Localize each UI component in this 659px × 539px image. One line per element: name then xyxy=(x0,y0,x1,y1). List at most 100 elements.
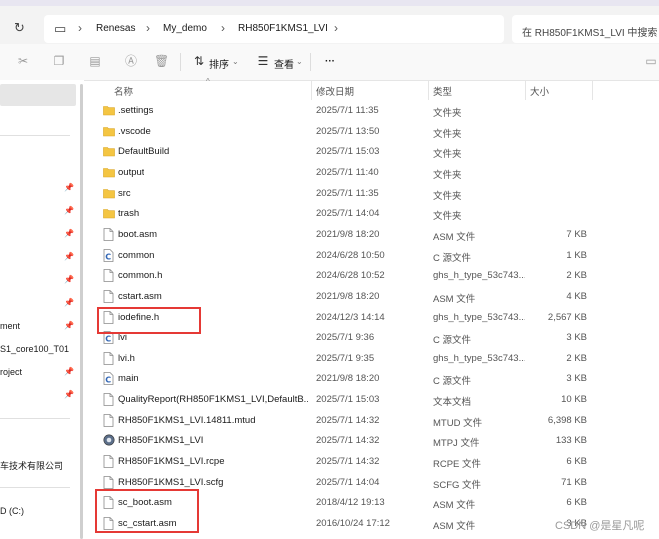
search-field[interactable]: 在 RH850F1KMS1_LVI 中搜索 xyxy=(512,15,659,43)
breadcrumb-my-demo[interactable]: My_demo xyxy=(163,23,207,34)
column-separator[interactable] xyxy=(525,80,526,100)
file-date: 2025/7/1 9:36 xyxy=(316,332,375,344)
file-row[interactable]: DefaultBuild 2025/7/1 15:03 文件夹 xyxy=(90,142,659,162)
file-row[interactable]: cstart.asm 2021/9/8 18:20 ASM 文件 4 KB xyxy=(90,287,659,307)
file-row[interactable]: boot.asm 2021/9/8 18:20 ASM 文件 7 KB xyxy=(90,225,659,245)
file-date: 2025/7/1 11:35 xyxy=(316,105,379,116)
file-icon xyxy=(103,413,115,427)
file-size: 4 KB xyxy=(566,290,587,302)
sidebar-selected-item[interactable] xyxy=(0,84,76,106)
column-header-date[interactable]: 修改日期 xyxy=(316,84,354,98)
file-size: 6 KB xyxy=(566,456,587,468)
pin-icon[interactable]: 📌 xyxy=(64,390,74,399)
sort-icon[interactable]: ⇅ xyxy=(192,54,206,68)
chevron-right-icon: › xyxy=(146,21,150,35)
file-date: 2025/7/1 13:50 xyxy=(316,125,380,137)
chevron-down-icon: ⌄ xyxy=(296,57,303,66)
svg-text:C: C xyxy=(105,376,111,385)
sidebar-item-ment[interactable]: ment xyxy=(0,321,20,331)
file-type: ASM 文件 xyxy=(433,293,476,305)
column-header-type[interactable]: 类型 xyxy=(433,84,452,98)
file-name: RH850F1KMS1_LVI xyxy=(118,435,204,447)
breadcrumb-current-folder[interactable]: RH850F1KMS1_LVI xyxy=(238,23,328,34)
file-row[interactable]: RH850F1KMS1_LVI.rcpe 2025/7/1 14:32 RCPE 文… xyxy=(90,452,659,472)
more-options-button[interactable]: ··· xyxy=(325,56,335,67)
view-button[interactable]: 查看 xyxy=(274,56,294,71)
file-row[interactable]: src 2025/7/1 11:35 文件夹 xyxy=(90,184,659,204)
column-separator[interactable] xyxy=(311,80,312,100)
file-type: ASM 文件 xyxy=(433,500,476,512)
file-date: 2025/7/1 14:32 xyxy=(316,435,380,447)
file-name: trash xyxy=(118,208,140,220)
file-date: 2025/7/1 15:03 xyxy=(316,394,380,406)
file-size: 7 KB xyxy=(566,228,587,240)
chevron-right-icon[interactable]: › xyxy=(334,21,338,35)
sidebar-item-company[interactable]: 车技术有限公司 xyxy=(0,459,63,472)
file-date: 2025/7/1 9:35 xyxy=(316,352,375,364)
column-header-size[interactable]: 大小 xyxy=(530,84,549,98)
highlight-box-iodefine xyxy=(97,307,201,334)
file-row[interactable]: Ccommon 2024/6/28 10:50 C 源文件 1 KB xyxy=(90,246,659,266)
pin-icon[interactable]: 📌 xyxy=(64,275,74,284)
file-size: 3 KB xyxy=(566,373,587,385)
pin-icon[interactable]: 📌 xyxy=(64,252,74,261)
sidebar-divider xyxy=(0,418,70,419)
file-size: 6,398 KB xyxy=(547,414,587,426)
address-field[interactable]: ▭ › Renesas › My_demo › RH850F1KMS1_LVI … xyxy=(44,15,504,43)
file-name: .vscode xyxy=(118,125,151,137)
paste-icon[interactable]: ▤ xyxy=(88,54,102,68)
file-name: RH850F1KMS1_LVI.14811.mtud xyxy=(118,414,256,426)
file-type: ASM 文件 xyxy=(433,521,476,532)
pin-icon[interactable]: 📌 xyxy=(64,367,74,376)
file-row[interactable]: QualityReport(RH850F1KMS1_LVI,DefaultB..… xyxy=(90,390,659,410)
sidebar-scrollbar[interactable] xyxy=(80,84,83,539)
delete-icon[interactable]: 🗑 xyxy=(154,54,169,68)
file-size: 6 KB xyxy=(566,497,587,509)
file-icon xyxy=(103,269,115,283)
sidebar-item-drive-c[interactable]: D (C:) xyxy=(0,506,24,516)
file-name: .settings xyxy=(118,105,154,116)
file-name: common xyxy=(118,249,155,261)
file-row[interactable]: output 2025/7/1 11:40 文件夹 xyxy=(90,163,659,183)
file-row[interactable]: .settings 2025/7/1 11:35 文件夹 xyxy=(90,101,659,121)
file-type: MTUD 文件 xyxy=(433,417,483,429)
sidebar-item-project[interactable]: roject xyxy=(0,367,22,377)
file-type: 文件夹 xyxy=(433,128,462,140)
file-row[interactable]: lvi.h 2025/7/1 9:35 ghs_h_type_53c743... 2 … xyxy=(90,349,659,369)
column-separator[interactable] xyxy=(428,80,429,100)
refresh-icon[interactable]: ↻ xyxy=(14,20,25,36)
file-type: 文件夹 xyxy=(433,108,462,119)
file-row[interactable]: RH850F1KMS1_LVI 2025/7/1 14:32 MTPJ 文件 133 … xyxy=(90,431,659,451)
file-row[interactable]: common.h 2024/6/28 10:52 ghs_h_type_53c743… xyxy=(90,266,659,286)
file-icon xyxy=(103,351,115,365)
file-date: 2025/7/1 11:40 xyxy=(316,166,379,178)
pin-icon[interactable]: 📌 xyxy=(64,206,74,215)
pin-icon[interactable]: 📌 xyxy=(64,298,74,307)
pin-icon[interactable]: 📌 xyxy=(64,183,74,192)
file-date: 2025/7/1 11:35 xyxy=(316,187,379,199)
cut-icon[interactable]: ✂ xyxy=(16,54,30,68)
c-file-icon: C xyxy=(103,248,115,262)
sort-button[interactable]: 排序 xyxy=(209,56,229,71)
breadcrumb-renesas[interactable]: Renesas xyxy=(96,23,135,34)
pin-icon[interactable]: 📌 xyxy=(64,229,74,238)
rename-icon[interactable]: Ⓐ xyxy=(124,54,138,68)
file-type: C 源文件 xyxy=(433,376,472,388)
file-row[interactable]: trash 2025/7/1 14:04 文件夹 xyxy=(90,204,659,224)
view-icon[interactable]: ☰ xyxy=(256,54,270,68)
file-name: main xyxy=(118,373,139,385)
file-row[interactable]: Cmain 2021/9/8 18:20 C 源文件 3 KB xyxy=(90,369,659,389)
pin-icon[interactable]: 📌 xyxy=(64,321,74,330)
copy-icon[interactable]: ❐ xyxy=(52,54,66,68)
file-date: 2024/12/3 14:14 xyxy=(316,311,385,323)
file-size: 2 KB xyxy=(566,270,587,282)
file-size: 10 KB xyxy=(561,394,587,406)
sidebar-item-core100[interactable]: S1_core100_T01 xyxy=(0,344,69,354)
column-separator[interactable] xyxy=(592,80,593,100)
file-row[interactable]: RH850F1KMS1_LVI.14811.mtud 2025/7/1 14:32… xyxy=(90,411,659,431)
details-pane-icon[interactable]: ▭ xyxy=(644,54,658,68)
folder-icon xyxy=(103,104,115,117)
project-icon xyxy=(103,434,115,447)
file-row[interactable]: .vscode 2025/7/1 13:50 文件夹 xyxy=(90,122,659,142)
column-header-name[interactable]: 名称 xyxy=(114,84,133,98)
